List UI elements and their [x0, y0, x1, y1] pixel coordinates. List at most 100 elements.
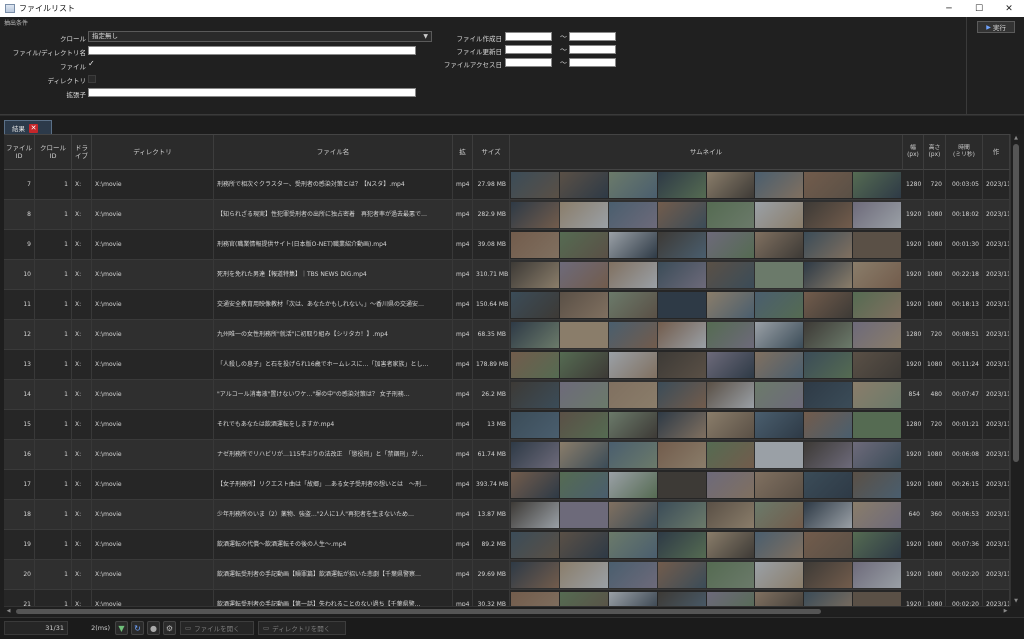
- thumbnail-image: [657, 382, 706, 408]
- tab-results[interactable]: 結果 ✕: [4, 120, 52, 135]
- horizontal-scroll-thumb[interactable]: [16, 609, 821, 614]
- cell-name: それでもあなたは飲酒運転をしますか.mp4: [214, 410, 453, 440]
- col-height[interactable]: 高さ (px): [924, 135, 946, 170]
- extension-label: 拡張子: [66, 91, 87, 99]
- col-created[interactable]: 作: [983, 135, 1010, 170]
- table-row[interactable]: 11 1 X: X:\movie 交通安全教育用映像教材「次は、あなたかもしれない。」～…: [4, 290, 1010, 320]
- col-thumbnail[interactable]: サムネイル: [510, 135, 903, 170]
- table-row[interactable]: 8 1 X: X:\movie 【知られざる現実】性犯罪受刑者の出所に独占密着 再犯者率…: [4, 200, 1010, 230]
- table-row[interactable]: 12 1 X: X:\movie 九州唯一の女性刑務所"就活"に初取り組み【シリタカ！】…: [4, 320, 1010, 350]
- table-row[interactable]: 14 1 X: X:\movie "アルコール消毒液"置けないワケ…"塀の中"の感染対策…: [4, 380, 1010, 410]
- col-width[interactable]: 幅 (px): [903, 135, 924, 170]
- table-row[interactable]: 15 1 X: X:\movie それでもあなたは飲酒運転をしますか.mp4 mp4 13 …: [4, 410, 1010, 440]
- table-row[interactable]: 16 1 X: X:\movie ナゼ刑務所でリハビリが…115年ぶりの法改正 「懲役刑…: [4, 440, 1010, 470]
- cell-drive: X:: [72, 320, 92, 350]
- col-crawl-id[interactable]: クロール ID: [35, 135, 72, 170]
- table-row[interactable]: 21 1 X: X:\movie 飲酒運転受刑者の手記動画【第一話】失われることのない過…: [4, 590, 1010, 606]
- thumbnail-image: [853, 442, 901, 468]
- created-from-input[interactable]: [505, 32, 552, 41]
- cell-size: 26.2 MB: [473, 380, 510, 410]
- thumbnail-image: [511, 172, 559, 198]
- directory-label: ディレクトリ: [47, 77, 86, 85]
- cell-h: 1080: [924, 230, 946, 260]
- table-row[interactable]: 13 1 X: X:\movie 「人殺しの息子」と石を投げられ16歳でホームレスに…「…: [4, 350, 1010, 380]
- crawl-select[interactable]: 指定無し ▼: [88, 31, 432, 42]
- table-row[interactable]: 20 1 X: X:\movie 飲酒運転受刑者の手記動画【贖罪篇】飲酒運転が招いた悲劇…: [4, 560, 1010, 590]
- table-row[interactable]: 10 1 X: X:\movie 死刑を免れた男達【報道特集】｜TBS NEWS DIG…: [4, 260, 1010, 290]
- close-button[interactable]: ✕: [994, 0, 1024, 17]
- cell-dir: X:\movie: [92, 500, 214, 530]
- extension-input[interactable]: [88, 88, 416, 97]
- accessed-from-input[interactable]: [505, 58, 552, 67]
- cell-dir: X:\movie: [92, 380, 214, 410]
- cell-dir: X:\movie: [92, 320, 214, 350]
- cell-date: 2023/11: [983, 290, 1010, 320]
- cell-h: 1080: [924, 470, 946, 500]
- scroll-right-icon[interactable]: ▶: [1001, 607, 1010, 616]
- col-duration[interactable]: 時間 (ミリ秒): [946, 135, 983, 170]
- close-tab-icon[interactable]: ✕: [29, 123, 38, 133]
- thumbnail-image: [853, 292, 901, 318]
- thumbnail-image: [755, 502, 804, 528]
- cell-name: 交通安全教育用映像教材「次は、あなたかもしれない。」～香川県の交通安…: [214, 290, 453, 320]
- table-row[interactable]: 9 1 X: X:\movie 刑務官(職業情報提供サイト(日本版O-NET)職業紹介動…: [4, 230, 1010, 260]
- directory-checkbox[interactable]: [88, 75, 96, 83]
- app-icon: [5, 4, 15, 13]
- thumbnail-image: [657, 442, 706, 468]
- accessed-to-input[interactable]: [569, 58, 616, 67]
- thumbnail-image: [804, 442, 853, 468]
- execute-label: 実行: [992, 24, 1006, 32]
- stop-button[interactable]: ●: [147, 621, 160, 635]
- cell-name: 少年刑務所のいま（2）薬物、強盗…"2人に1人"再犯者を生まないため…: [214, 500, 453, 530]
- created-to-input[interactable]: [569, 32, 616, 41]
- cell-crawl: 1: [35, 530, 72, 560]
- scroll-up-icon[interactable]: ▲: [1011, 134, 1021, 143]
- execute-button[interactable]: ▶ 実行: [977, 21, 1015, 33]
- thumbnail-image: [755, 172, 804, 198]
- table-row[interactable]: 17 1 X: X:\movie 【女子刑務所】リクエスト曲は「故郷」…ある女子受刑者の…: [4, 470, 1010, 500]
- open-directory-button[interactable]: ▭ ディレクトリを開く: [258, 621, 346, 635]
- col-file-id[interactable]: ファイル ID: [4, 135, 35, 170]
- horizontal-scrollbar[interactable]: ◀ ▶: [4, 606, 1010, 615]
- table-row[interactable]: 18 1 X: X:\movie 少年刑務所のいま（2）薬物、強盗…"2人に1人"再犯者…: [4, 500, 1010, 530]
- cell-ext: mp4: [453, 230, 473, 260]
- cell-drive: X:: [72, 200, 92, 230]
- cell-date: 2023/11: [983, 380, 1010, 410]
- table-row[interactable]: 19 1 X: X:\movie 飲酒運転の代償～飲酒運転その後の人生～.mp4 mp4 8…: [4, 530, 1010, 560]
- thumbnail-image: [853, 352, 901, 378]
- thumbnail-image: [853, 562, 901, 588]
- table-row[interactable]: 7 1 X: X:\movie 刑務所で相次ぐクラスター、受刑者の感染対策とは？【Nスタ…: [4, 170, 1010, 200]
- thumbnail-image: [853, 532, 901, 558]
- col-directory[interactable]: ディレクトリ: [92, 135, 214, 170]
- open-file-button[interactable]: ▭ ファイルを開く: [180, 621, 254, 635]
- thumbnail-image: [755, 292, 804, 318]
- file-checkbox[interactable]: ✓: [88, 60, 96, 68]
- thumbnail-image: [657, 472, 706, 498]
- col-filename[interactable]: ファイル名: [214, 135, 453, 170]
- refresh-button[interactable]: ↻: [131, 621, 144, 635]
- modified-to-input[interactable]: [569, 45, 616, 54]
- cell-drive: X:: [72, 500, 92, 530]
- col-ext[interactable]: 拡: [453, 135, 473, 170]
- cell-date: 2023/11: [983, 530, 1010, 560]
- thumbnail-image: [559, 412, 608, 438]
- cell-w: 1920: [903, 470, 924, 500]
- thumbnail-image: [511, 262, 559, 288]
- scroll-down-icon[interactable]: ▼: [1011, 597, 1021, 606]
- modified-from-input[interactable]: [505, 45, 552, 54]
- settings-button[interactable]: ⚙: [163, 621, 176, 635]
- export-button[interactable]: ▼: [115, 621, 128, 635]
- col-size[interactable]: サイズ: [473, 135, 510, 170]
- minimize-button[interactable]: ─: [934, 0, 964, 17]
- thumbnail-image: [559, 382, 608, 408]
- vertical-scrollbar[interactable]: ▲ ▼: [1010, 134, 1020, 606]
- cell-crawl: 1: [35, 560, 72, 590]
- filedir-name-input[interactable]: [88, 46, 416, 55]
- cell-ext: mp4: [453, 290, 473, 320]
- col-drive[interactable]: ドラ イブ: [72, 135, 92, 170]
- maximize-button[interactable]: ☐: [964, 0, 994, 17]
- vertical-scroll-thumb[interactable]: [1013, 144, 1019, 462]
- thumbnail-image: [755, 382, 804, 408]
- cell-name: 【女子刑務所】リクエスト曲は「故郷」…ある女子受刑者の想いとは ～刑…: [214, 470, 453, 500]
- scroll-left-icon[interactable]: ◀: [4, 607, 13, 616]
